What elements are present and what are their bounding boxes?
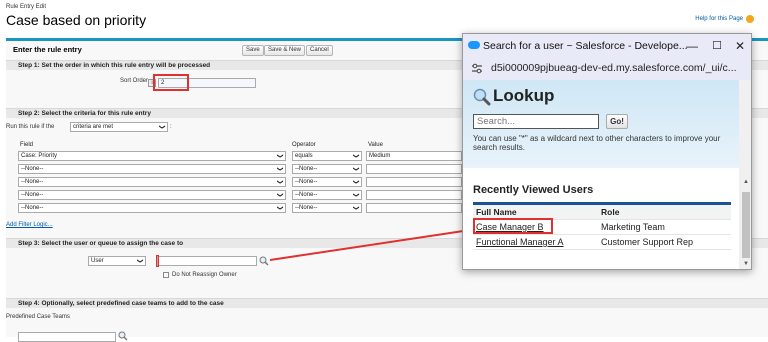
lookup-popup-window: Search for a user ~ Salesforce - Develop… — [462, 33, 752, 270]
popup-url[interactable]: d5i000009pjbueag-dev-ed.my.salesforce.co… — [491, 62, 737, 74]
role-header: Role — [601, 207, 620, 217]
search-hint: You can use "*" as a wildcard next to ot… — [473, 134, 721, 152]
scroll-thumb[interactable] — [742, 192, 750, 258]
popup-scrollbar[interactable]: ▲ ▼ — [739, 80, 751, 269]
scroll-down-icon[interactable]: ▼ — [743, 261, 749, 267]
table-row: Functional Manager A Customer Support Re… — [473, 235, 731, 250]
close-button[interactable]: ✕ — [727, 37, 751, 55]
minimize-button[interactable]: — — [679, 37, 705, 55]
highlight-box — [473, 218, 553, 234]
full-name-header: Full Name — [476, 207, 517, 217]
salesforce-logo-icon — [468, 41, 480, 49]
popup-titlebar: Search for a user ~ Salesforce - Develop… — [463, 34, 751, 58]
magnifier-icon — [473, 88, 491, 106]
scroll-up-icon[interactable]: ▲ — [743, 179, 749, 185]
popup-title: Search for a user ~ Salesforce - Develop… — [483, 40, 688, 52]
lookup-title: Lookup — [493, 86, 555, 105]
popup-address-bar: d5i000009pjbueag-dev-ed.my.salesforce.co… — [463, 58, 751, 80]
popup-body: Lookup Go! You can use "*" as a wildcard… — [463, 80, 751, 269]
user-role: Marketing Team — [601, 222, 665, 232]
go-button[interactable]: Go! — [606, 114, 628, 129]
user-link[interactable]: Functional Manager A — [476, 235, 564, 249]
recently-viewed-title: Recently Viewed Users — [473, 184, 594, 196]
search-input[interactable] — [473, 114, 599, 129]
lookup-header: Lookup Go! You can use "*" as a wildcard… — [463, 80, 739, 168]
site-settings-icon[interactable] — [471, 63, 483, 74]
user-role: Customer Support Rep — [601, 237, 694, 247]
